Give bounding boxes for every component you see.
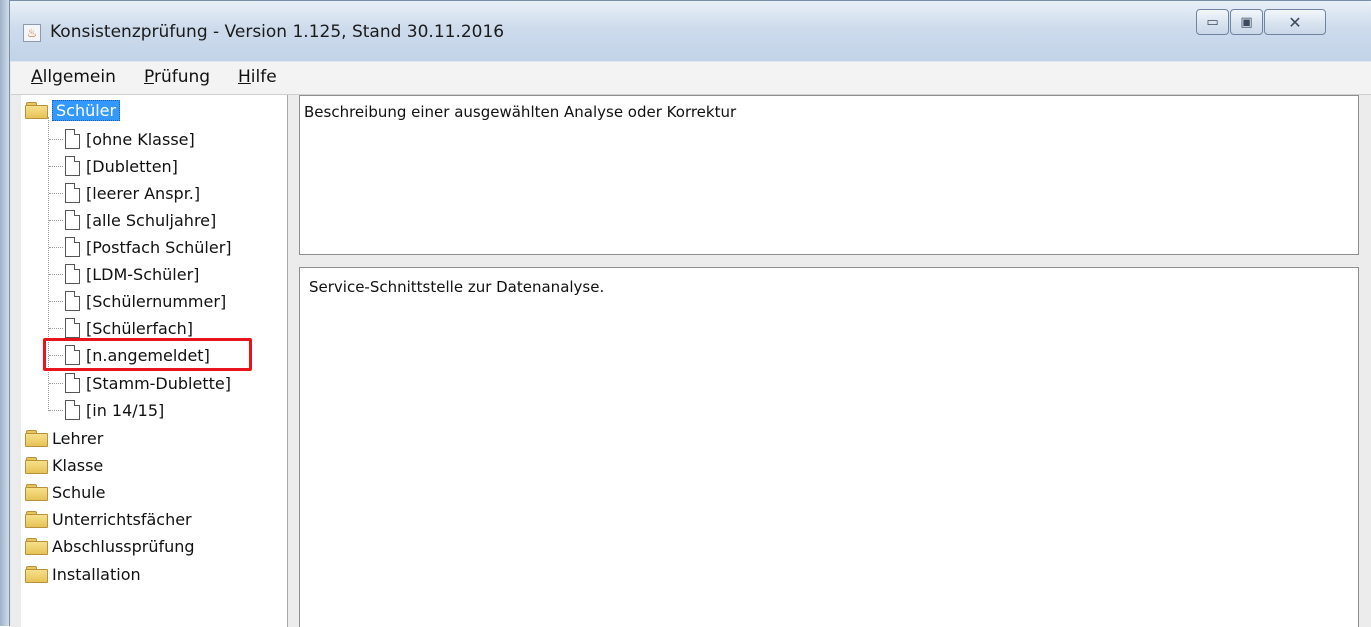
tree-item-label: [Stamm-Dublette] <box>86 373 231 393</box>
menu-allgemein-label: llgemein <box>42 67 116 87</box>
document-icon <box>65 183 80 203</box>
java-cup-icon[interactable]: ♨ <box>23 24 41 42</box>
tree-folder-label: Installation <box>52 564 141 584</box>
tree-item-in-14-15[interactable]: [in 14/15] <box>65 397 164 423</box>
tree-item-label: [Schülernummer] <box>86 291 227 311</box>
window-controls: ▭ ▣ ✕ <box>1196 9 1327 37</box>
document-icon <box>65 129 80 149</box>
tree-folder-schule[interactable]: Schule <box>25 479 106 505</box>
menu-pruefung-mnemonic: P <box>144 67 154 87</box>
tree-item-label: [in 14/15] <box>86 400 165 420</box>
tree-folder-lehrer[interactable]: Lehrer <box>25 425 103 451</box>
folder-icon <box>25 430 48 447</box>
tree-folder-klasse[interactable]: Klasse <box>25 452 103 478</box>
tree-item-ldm-schueler[interactable]: [LDM-Schüler] <box>65 261 199 287</box>
tree-item-label: [ohne Klasse] <box>86 129 195 149</box>
menu-allgemein[interactable]: Allgemein <box>31 67 116 87</box>
close-icon: ✕ <box>1288 12 1302 32</box>
output-text: Service-Schnittstelle zur Datenanalyse. <box>309 278 605 296</box>
tree-folder-label: Schule <box>52 482 106 502</box>
document-icon <box>65 400 80 420</box>
document-icon <box>65 264 80 284</box>
close-button[interactable]: ✕ <box>1264 9 1326 35</box>
main-content: Schüler [ohne Klasse] [Dubletten] [leere… <box>11 95 1371 627</box>
highlight-annotation <box>43 338 252 371</box>
document-icon <box>65 210 80 230</box>
tree-item-ohne-klasse[interactable]: [ohne Klasse] <box>65 126 195 152</box>
maximize-button[interactable]: ▣ <box>1230 9 1263 35</box>
split-pane-divider[interactable] <box>288 95 297 627</box>
menu-bar: Allgemein Prüfung Hilfe <box>11 62 1371 95</box>
tree-item-label: [Postfach Schüler] <box>86 237 232 257</box>
tree-folder-unterrichtsfaecher[interactable]: Unterrichtsfächer <box>25 506 192 532</box>
tree-item-label: [Schülerfach] <box>86 318 193 338</box>
tree-panel[interactable]: Schüler [ohne Klasse] [Dubletten] [leere… <box>21 95 288 627</box>
folder-icon <box>25 102 48 119</box>
folder-icon <box>25 484 48 501</box>
menu-pruefung-label: rüfung <box>153 67 211 87</box>
document-icon <box>65 291 80 311</box>
tree-item-alle-schuljahre[interactable]: [alle Schuljahre] <box>65 207 216 233</box>
output-pane[interactable]: Service-Schnittstelle zur Datenanalyse. <box>299 267 1359 627</box>
tree-item-dubletten[interactable]: [Dubletten] <box>65 153 178 179</box>
tree-item-stamm-dublette[interactable]: [Stamm-Dublette] <box>65 370 231 396</box>
menu-pruefung[interactable]: Prüfung <box>144 67 210 87</box>
window-title: Konsistenzprüfung - Version 1.125, Stand… <box>50 22 505 42</box>
tree-folder-label: Lehrer <box>52 428 104 448</box>
tree-item-label: [alle Schuljahre] <box>86 210 217 230</box>
tree-item-leerer-anspr[interactable]: [leerer Anspr.] <box>65 180 200 206</box>
document-icon <box>65 237 80 257</box>
menu-hilfe[interactable]: Hilfe <box>238 67 277 87</box>
minimize-button[interactable]: ▭ <box>1196 9 1229 35</box>
document-icon <box>65 318 80 338</box>
tree-folder-abschlusspruefung[interactable]: Abschlussprüfung <box>25 533 195 559</box>
minimize-icon: ▭ <box>1206 14 1219 30</box>
app-window: ♨ Konsistenzprüfung - Version 1.125, Sta… <box>9 0 1371 627</box>
tree-folder-label: Unterrichtsfächer <box>52 509 192 529</box>
menu-allgemein-mnemonic: A <box>31 67 43 87</box>
document-icon <box>65 156 80 176</box>
tree-item-label: [leerer Anspr.] <box>86 183 201 203</box>
tree-item-label: [Dubletten] <box>86 156 178 176</box>
tree-folder-label: Schüler <box>52 99 121 121</box>
tree-item-schuelernummer[interactable]: [Schülernummer] <box>65 288 226 314</box>
folder-icon <box>25 511 48 528</box>
menu-hilfe-label: ilfe <box>250 67 277 87</box>
tree-folder-installation[interactable]: Installation <box>25 561 141 587</box>
folder-icon <box>25 566 48 583</box>
tree-folder-schueler[interactable]: Schüler <box>25 97 121 123</box>
tree-item-postfach-schueler[interactable]: [Postfach Schüler] <box>65 234 232 260</box>
title-bar[interactable]: ♨ Konsistenzprüfung - Version 1.125, Sta… <box>10 1 1371 61</box>
tree-folder-label: Abschlussprüfung <box>52 536 195 556</box>
folder-icon <box>25 457 48 474</box>
description-pane[interactable]: Beschreibung einer ausgewählten Analyse … <box>299 95 1359 255</box>
tree-folder-label: Klasse <box>52 455 104 475</box>
description-text: Beschreibung einer ausgewählten Analyse … <box>304 103 737 121</box>
maximize-icon: ▣ <box>1240 14 1253 30</box>
background-window-edge <box>0 0 9 626</box>
menu-hilfe-mnemonic: H <box>238 67 251 87</box>
tree-item-label: [LDM-Schüler] <box>86 264 200 284</box>
folder-icon <box>25 538 48 555</box>
document-icon <box>65 373 80 393</box>
